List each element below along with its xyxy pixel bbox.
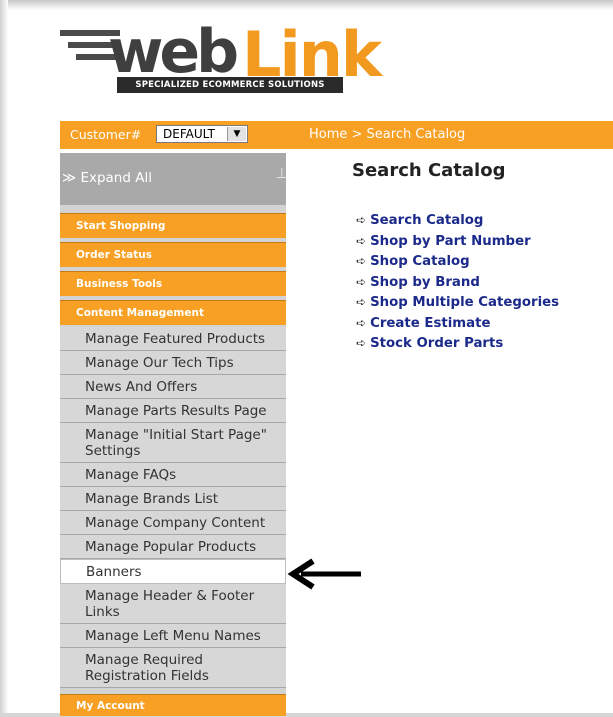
link-shop-by-brand[interactable]: ➪ Shop by Brand	[356, 275, 480, 290]
double-chevron-down-icon: ≫	[62, 170, 77, 186]
sidebar-item-manage-popular-products[interactable]: Manage Popular Products	[60, 535, 286, 559]
link-shop-by-part-number[interactable]: ➪ Shop by Part Number	[356, 234, 531, 249]
logo-tagline: SPECIALIZED ECOMMERCE SOLUTIONS	[117, 77, 343, 93]
link-label: Search Catalog	[370, 213, 484, 228]
sidebar-item-banners[interactable]: Banners	[60, 559, 286, 584]
sidebar-item-manage-parts-results-page[interactable]: Manage Parts Results Page	[60, 399, 286, 423]
chevron-down-icon[interactable]: ▼	[227, 127, 246, 141]
sidebar-section-content-management[interactable]: Content Management	[60, 300, 286, 325]
link-create-estimate[interactable]: ➪ Create Estimate	[356, 316, 491, 331]
expand-all-label: Expand All	[80, 170, 152, 186]
pin-icon[interactable]: ⊥	[276, 166, 288, 182]
arrow-right-icon: ➪	[356, 213, 367, 227]
arrow-right-icon: ➪	[356, 274, 367, 289]
arrow-right-icon: ➪	[356, 315, 367, 330]
arrow-right-icon: ➪	[356, 233, 367, 248]
link-shop-catalog[interactable]: ➪ Shop Catalog	[356, 254, 470, 269]
arrow-right-icon: ➪	[356, 254, 367, 268]
link-label: Create Estimate	[370, 315, 491, 331]
link-stock-order-parts[interactable]: ➪ Stock Order Parts	[356, 336, 503, 351]
sidebar-item-manage-our-tech-tips[interactable]: Manage Our Tech Tips	[60, 351, 286, 375]
sidebar-section-order-status[interactable]: Order Status	[60, 242, 286, 267]
arrow-right-icon: ➪	[356, 336, 367, 350]
left-arrow-icon	[287, 558, 361, 590]
sidebar-item-manage-required-registration-fields[interactable]: Manage Required Registration Fields	[60, 648, 286, 688]
link-shop-multiple-categories[interactable]: ➪ Shop Multiple Categories	[356, 295, 559, 310]
expand-all-button[interactable]: ≫ Expand All	[62, 170, 152, 186]
customer-select[interactable]: DEFAULT ▼	[156, 125, 248, 143]
link-search-catalog[interactable]: ➪ Search Catalog	[356, 213, 483, 228]
sidebar-item-news-and-offers[interactable]: News And Offers	[60, 375, 286, 399]
link-label: Stock Order Parts	[370, 336, 504, 351]
sidebar-item-manage-initial-start-page-settings[interactable]: Manage "Initial Start Page" Settings	[60, 423, 286, 463]
page-title: Search Catalog	[352, 160, 506, 181]
sidebar-item-manage-header-footer-links[interactable]: Manage Header & Footer Links	[60, 584, 286, 624]
expand-all-bar[interactable]: ≫ Expand All ⊥	[60, 153, 288, 205]
sidebar-item-manage-left-menu-names[interactable]: Manage Left Menu Names	[60, 624, 286, 648]
sidebar-item-manage-company-content[interactable]: Manage Company Content	[60, 511, 286, 535]
link-label: Shop by Part Number	[370, 233, 531, 249]
sidebar-item-manage-faqs[interactable]: Manage FAQs	[60, 463, 286, 487]
link-label: Shop by Brand	[370, 274, 480, 290]
top-shadow	[0, 0, 613, 10]
left-shadow	[0, 0, 8, 713]
breadcrumb[interactable]: Home > Search Catalog	[309, 127, 465, 142]
link-label: Shop Catalog	[370, 254, 470, 269]
sidebar-item-manage-brands-list[interactable]: Manage Brands List	[60, 487, 286, 511]
sidebar: ≫ Expand All ⊥ Start Shopping Order Stat…	[60, 153, 288, 716]
weblink-logo[interactable]: web Link SPECIALIZED ECOMMERCE SOLUTIONS	[60, 18, 390, 100]
sidebar-section-start-shopping[interactable]: Start Shopping	[60, 213, 286, 238]
link-label: Shop Multiple Categories	[370, 295, 560, 310]
top-bar: Customer# DEFAULT ▼ Home > Search Catalo…	[60, 121, 613, 149]
sidebar-item-manage-featured-products[interactable]: Manage Featured Products	[60, 327, 286, 351]
sidebar-section-business-tools[interactable]: Business Tools	[60, 271, 286, 296]
customer-select-value: DEFAULT	[163, 127, 215, 141]
customer-label: Customer#	[70, 127, 142, 142]
arrow-right-icon: ➪	[356, 295, 367, 309]
